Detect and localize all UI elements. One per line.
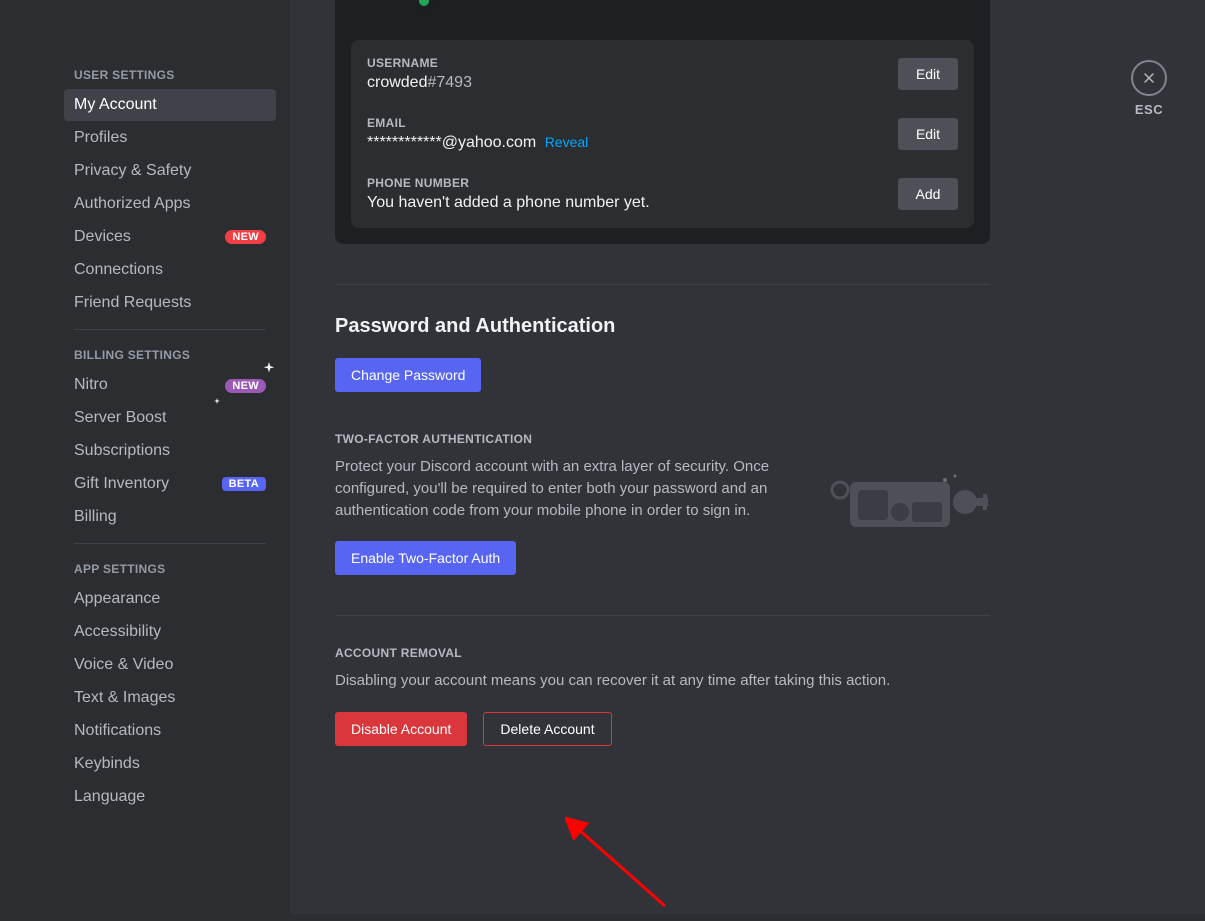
status-online-icon bbox=[415, 0, 433, 10]
sidebar-item-nitro[interactable]: Nitro NEW bbox=[64, 369, 276, 401]
beta-badge: BETA bbox=[222, 477, 266, 491]
sidebar-item-friend-requests[interactable]: Friend Requests bbox=[64, 287, 276, 319]
sidebar-item-billing[interactable]: Billing bbox=[64, 501, 276, 533]
sidebar-item-privacy[interactable]: Privacy & Safety bbox=[64, 155, 276, 187]
sidebar-item-text-images[interactable]: Text & Images bbox=[64, 682, 276, 714]
two-fa-illustration-icon bbox=[830, 462, 990, 532]
new-badge: NEW bbox=[225, 230, 266, 244]
field-label: PHONE NUMBER bbox=[367, 176, 650, 190]
sidebar-item-gift-inventory[interactable]: Gift Inventory BETA bbox=[64, 468, 276, 500]
new-badge: NEW bbox=[225, 379, 266, 393]
settings-content: USERNAME crowded#7493 Edit EMAIL *******… bbox=[290, 0, 1205, 914]
section-desc-2fa: Protect your Discord account with an ext… bbox=[335, 456, 810, 521]
sidebar-item-authorized-apps[interactable]: Authorized Apps bbox=[64, 188, 276, 220]
sidebar-header-billing: BILLING SETTINGS bbox=[64, 340, 276, 368]
sidebar-item-profiles[interactable]: Profiles bbox=[64, 122, 276, 154]
sidebar-item-keybinds[interactable]: Keybinds bbox=[64, 748, 276, 780]
section-subtitle-2fa: TWO-FACTOR AUTHENTICATION bbox=[335, 432, 810, 446]
sidebar-header-user: USER SETTINGS bbox=[64, 60, 276, 88]
edit-username-button[interactable]: Edit bbox=[898, 58, 958, 90]
divider bbox=[335, 615, 990, 616]
profile-card: USERNAME crowded#7493 Edit EMAIL *******… bbox=[335, 0, 990, 244]
field-label: USERNAME bbox=[367, 56, 472, 70]
sidebar-item-my-account[interactable]: My Account bbox=[64, 89, 276, 121]
field-value: crowded#7493 bbox=[367, 74, 472, 92]
field-label: EMAIL bbox=[367, 116, 588, 130]
sidebar-separator bbox=[74, 543, 266, 544]
close-settings: ESC bbox=[1131, 60, 1167, 117]
sidebar-item-appearance[interactable]: Appearance bbox=[64, 583, 276, 615]
avatar[interactable] bbox=[351, 0, 431, 4]
sparkle-icon bbox=[262, 362, 276, 376]
field-email: EMAIL ************@yahoo.com Reveal Edit bbox=[367, 116, 958, 152]
field-phone: PHONE NUMBER You haven't added a phone n… bbox=[367, 176, 958, 212]
settings-sidebar: USER SETTINGS My Account Profiles Privac… bbox=[0, 0, 290, 914]
sidebar-item-server-boost[interactable]: Server Boost bbox=[64, 402, 276, 434]
change-password-button[interactable]: Change Password bbox=[335, 358, 481, 392]
edit-email-button[interactable]: Edit bbox=[898, 118, 958, 150]
delete-account-button[interactable]: Delete Account bbox=[483, 712, 611, 746]
disable-account-button[interactable]: Disable Account bbox=[335, 712, 467, 746]
section-title-password: Password and Authentication bbox=[335, 315, 990, 338]
field-username: USERNAME crowded#7493 Edit bbox=[367, 56, 958, 92]
sidebar-item-connections[interactable]: Connections bbox=[64, 254, 276, 286]
sidebar-header-app: APP SETTINGS bbox=[64, 554, 276, 582]
field-value: ************@yahoo.com Reveal bbox=[367, 134, 588, 152]
enable-2fa-button[interactable]: Enable Two-Factor Auth bbox=[335, 541, 516, 575]
reveal-email-link[interactable]: Reveal bbox=[545, 134, 589, 150]
section-desc-removal: Disabling your account means you can rec… bbox=[335, 670, 990, 692]
sidebar-item-subscriptions[interactable]: Subscriptions bbox=[64, 435, 276, 467]
divider bbox=[335, 284, 990, 285]
close-button[interactable] bbox=[1131, 60, 1167, 96]
sidebar-item-devices[interactable]: Devices NEW bbox=[64, 221, 276, 253]
sidebar-item-voice-video[interactable]: Voice & Video bbox=[64, 649, 276, 681]
add-phone-button[interactable]: Add bbox=[898, 178, 958, 210]
close-icon bbox=[1141, 70, 1157, 86]
sidebar-item-notifications[interactable]: Notifications bbox=[64, 715, 276, 747]
field-value: You haven't added a phone number yet. bbox=[367, 194, 650, 212]
sidebar-item-language[interactable]: Language bbox=[64, 781, 276, 813]
sidebar-separator bbox=[74, 329, 266, 330]
section-subtitle-removal: ACCOUNT REMOVAL bbox=[335, 646, 990, 660]
account-fields: USERNAME crowded#7493 Edit EMAIL *******… bbox=[351, 40, 974, 228]
close-label: ESC bbox=[1131, 102, 1167, 117]
sidebar-item-accessibility[interactable]: Accessibility bbox=[64, 616, 276, 648]
